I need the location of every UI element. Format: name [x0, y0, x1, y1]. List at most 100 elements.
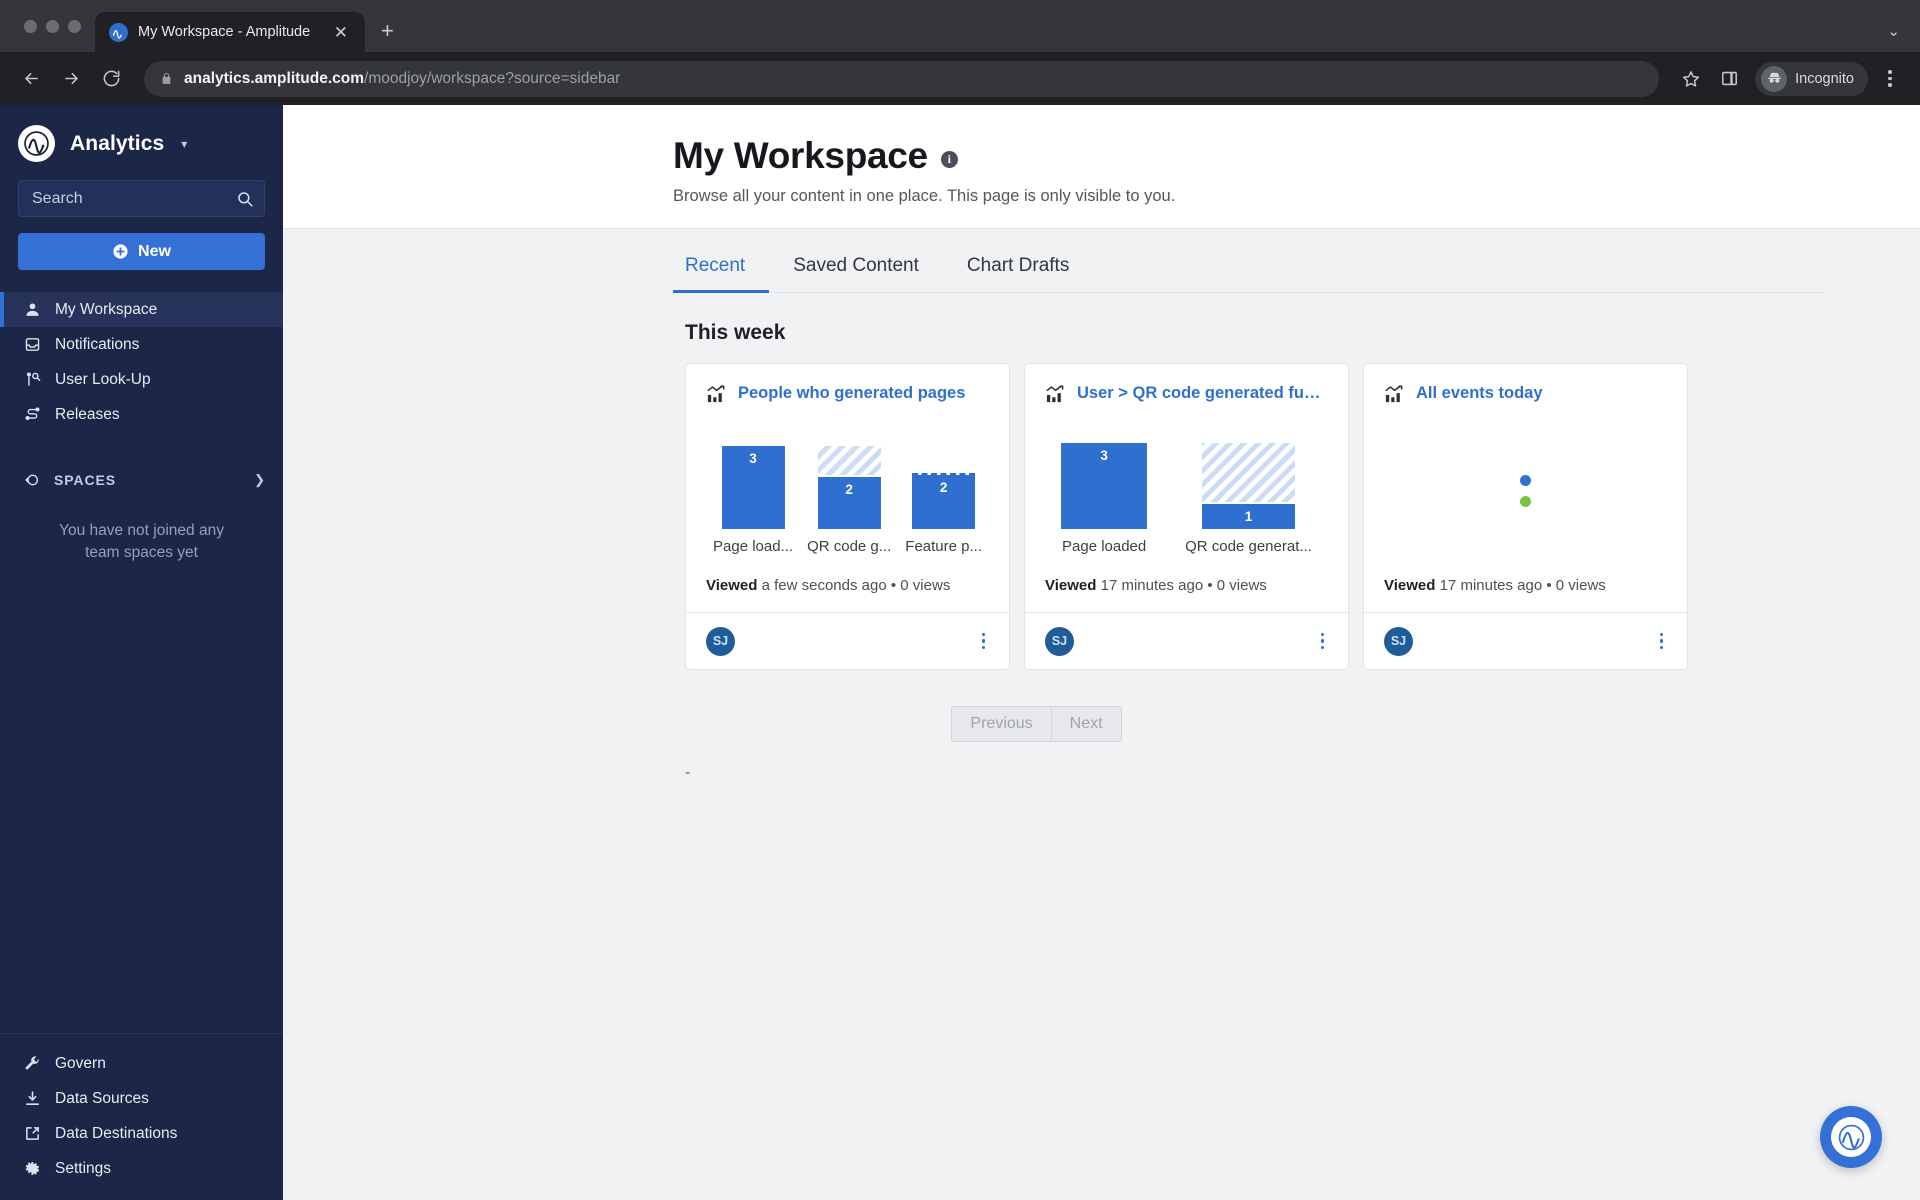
export-icon: [22, 1125, 42, 1142]
avatar[interactable]: SJ: [1045, 626, 1074, 656]
kebab-menu-icon[interactable]: [1317, 627, 1329, 656]
address-bar-url: analytics.amplitude.com/moodjoy/workspac…: [184, 70, 620, 88]
spaces-section-header[interactable]: SPACES ❯: [0, 460, 283, 500]
card-meta: Viewed a few seconds ago • 0 views: [706, 555, 989, 612]
bar-solid: 1: [1202, 502, 1295, 529]
lock-icon: [160, 71, 173, 86]
bar-label: QR code g...: [807, 538, 892, 555]
browser-tab[interactable]: My Workspace - Amplitude ✕: [95, 12, 365, 52]
sidebar-item-releases[interactable]: Releases: [0, 397, 283, 432]
releases-flow-icon: [22, 406, 42, 423]
avatar[interactable]: SJ: [1384, 626, 1413, 656]
amplitude-assistant-icon: [1831, 1117, 1871, 1157]
window-close-dot[interactable]: [24, 19, 37, 33]
address-bar[interactable]: analytics.amplitude.com/moodjoy/workspac…: [144, 60, 1660, 97]
sidebar-item-user-lookup[interactable]: User Look-Up: [0, 362, 283, 397]
card-meta-label: Viewed: [1045, 577, 1097, 594]
search-icon[interactable]: [236, 190, 254, 208]
bar-value: 3: [749, 451, 757, 466]
brand-switcher[interactable]: Analytics ▾: [0, 105, 283, 178]
bar-wrap: 3: [1061, 443, 1148, 529]
sidebar: Analytics ▾ Search New My Workspace Noti…: [0, 105, 283, 1200]
chevron-right-icon[interactable]: ❯: [254, 472, 265, 488]
card-title-row: User > QR code generated funnel: [1045, 384, 1328, 403]
chevron-down-icon[interactable]: ⌄: [1887, 22, 1900, 40]
bar-wrap: 3: [721, 446, 785, 529]
next-button[interactable]: Next: [1050, 706, 1122, 742]
star-icon[interactable]: [1675, 63, 1707, 95]
incognito-icon: [1761, 65, 1788, 92]
application-body: Analytics ▾ Search New My Workspace Noti…: [0, 105, 1920, 1200]
kebab-menu-icon[interactable]: [1656, 627, 1668, 656]
amplitude-logo-icon: [18, 125, 55, 162]
sidebar-bottom-nav: Govern Data Sources Data Destinations Se…: [0, 1033, 283, 1200]
sidebar-nav: My Workspace Notifications User Look-Up: [0, 292, 283, 432]
window-maximize-dot[interactable]: [68, 19, 81, 33]
close-icon[interactable]: ✕: [329, 21, 353, 44]
search-input[interactable]: Search: [18, 180, 265, 217]
bar-column: 2 Feature p...: [905, 446, 982, 555]
incognito-profile-button[interactable]: Incognito: [1755, 61, 1868, 96]
card-body: All events today Viewed 17 minutes ago •: [1364, 364, 1687, 612]
sidebar-item-my-workspace[interactable]: My Workspace: [0, 292, 283, 327]
amplitude-assistant-button[interactable]: [1820, 1106, 1882, 1168]
reload-icon[interactable]: [94, 62, 128, 96]
arrow-left-icon[interactable]: [14, 62, 48, 96]
card-title-row: People who generated pages: [706, 384, 989, 403]
sidebar-item-settings[interactable]: Settings: [0, 1151, 283, 1186]
previous-button[interactable]: Previous: [951, 706, 1051, 742]
stray-dash-text: -: [685, 764, 691, 781]
kebab-menu-icon[interactable]: [978, 627, 990, 656]
plus-icon[interactable]: +: [381, 20, 394, 42]
bar-solid: 2: [912, 475, 976, 529]
page-header: My Workspace i Browse all your content i…: [283, 105, 1920, 229]
card-chart: 3 Page load... 2 QR code g... 2 Feature …: [706, 427, 989, 555]
info-icon[interactable]: i: [940, 150, 958, 168]
bar-value: 1: [1244, 509, 1253, 524]
sidebar-item-govern[interactable]: Govern: [0, 1046, 283, 1081]
bar-solid: 3: [721, 446, 785, 529]
url-path: /moodjoy/workspace?source=sidebar: [364, 69, 621, 87]
sidebar-item-label: Data Sources: [55, 1089, 149, 1107]
content-tabs: Recent Saved Content Chart Drafts: [673, 239, 1823, 293]
sidebar-item-data-destinations[interactable]: Data Destinations: [0, 1116, 283, 1151]
content-card[interactable]: User > QR code generated funnel 3 Page l…: [1024, 363, 1349, 670]
page-title: My Workspace: [673, 135, 928, 176]
bar-projected: [1202, 443, 1295, 502]
person-search-icon: [22, 371, 42, 388]
person-icon: [22, 301, 42, 318]
card-meta-time: 17 minutes ago: [1439, 577, 1543, 594]
side-panel-icon[interactable]: [1713, 63, 1745, 95]
sidebar-item-label: Releases: [55, 405, 120, 423]
content-card[interactable]: All events today Viewed 17 minutes ago •: [1363, 363, 1688, 670]
kebab-menu-icon[interactable]: [1874, 63, 1906, 95]
sidebar-item-notifications[interactable]: Notifications: [0, 327, 283, 362]
page-title-row: My Workspace i: [673, 135, 1920, 177]
bar-chart-trend-icon: [706, 384, 728, 403]
window-controls[interactable]: [14, 0, 95, 52]
sidebar-item-data-sources[interactable]: Data Sources: [0, 1081, 283, 1116]
tab-saved-content[interactable]: Saved Content: [769, 239, 943, 293]
sidebar-item-label: Data Destinations: [55, 1124, 178, 1142]
card-footer: SJ: [1025, 612, 1348, 669]
avatar[interactable]: SJ: [706, 626, 735, 656]
tab-recent[interactable]: Recent: [673, 239, 770, 293]
arrow-right-icon[interactable]: [54, 62, 88, 96]
card-meta-views: 0 views: [1555, 577, 1606, 594]
browser-toolbar: analytics.amplitude.com/moodjoy/workspac…: [0, 52, 1920, 105]
card-chart: [1384, 427, 1667, 555]
card-chart: 3 Page loaded 1 QR code generat...: [1045, 427, 1328, 555]
content-card[interactable]: People who generated pages 3 Page load..…: [685, 363, 1010, 670]
bar-wrap: 2: [912, 446, 976, 529]
bar-wrap: 1: [1202, 443, 1295, 529]
new-button[interactable]: New: [18, 233, 265, 270]
tab-chart-drafts[interactable]: Chart Drafts: [943, 239, 1093, 293]
chevron-down-icon[interactable]: ▾: [181, 137, 187, 151]
window-minimize-dot[interactable]: [46, 19, 59, 33]
card-meta-separator: •: [1546, 577, 1552, 594]
bar-solid: 2: [817, 475, 881, 529]
card-meta-separator: •: [890, 577, 897, 594]
bar-label: QR code generat...: [1185, 538, 1312, 555]
bar-column: 3 Page load...: [713, 446, 793, 555]
bar-projected: [817, 446, 881, 475]
